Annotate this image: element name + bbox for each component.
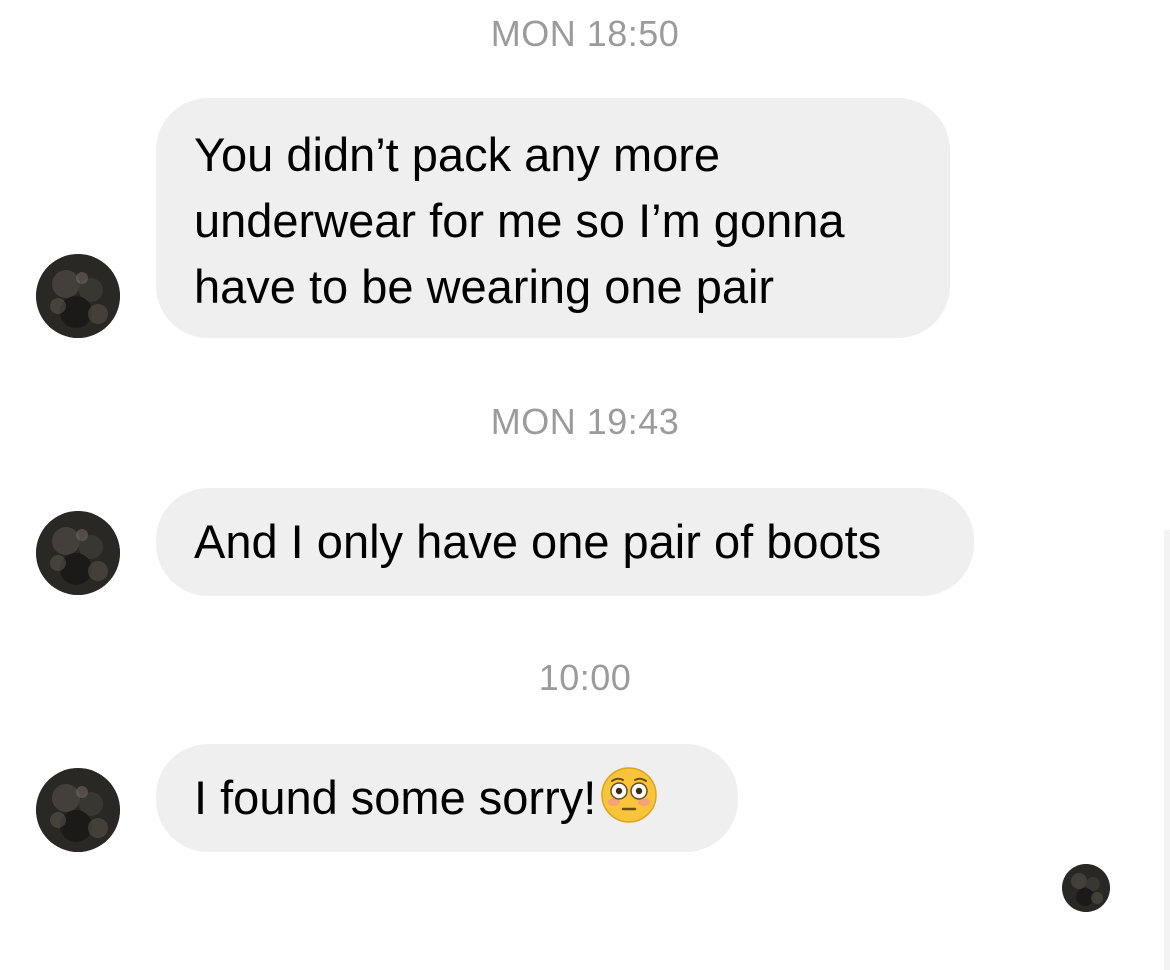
timestamp-3: 10:00: [538, 657, 632, 698]
message-bubble-1[interactable]: You didn’t pack any more underwear for m…: [156, 98, 950, 338]
flushed-face-icon: [600, 766, 658, 824]
message-text-3: I found some sorry!: [194, 771, 597, 824]
contact-avatar-2[interactable]: [36, 511, 120, 595]
message-bubble-3[interactable]: I found some sorry!: [156, 744, 738, 852]
profile-photo-icon: [36, 768, 120, 852]
message-bubble-2[interactable]: And I only have one pair of boots: [156, 488, 974, 596]
scrollbar[interactable]: [1164, 530, 1170, 970]
profile-photo-icon: [36, 511, 120, 595]
contact-avatar-1[interactable]: [36, 254, 120, 338]
profile-photo-icon: [36, 254, 120, 338]
timestamp-1: MON 18:50: [490, 13, 680, 54]
timestamp-2: MON 19:43: [490, 401, 680, 442]
profile-photo-icon: [1062, 864, 1110, 912]
contact-avatar-3[interactable]: [36, 768, 120, 852]
seen-avatar: [1062, 864, 1110, 912]
